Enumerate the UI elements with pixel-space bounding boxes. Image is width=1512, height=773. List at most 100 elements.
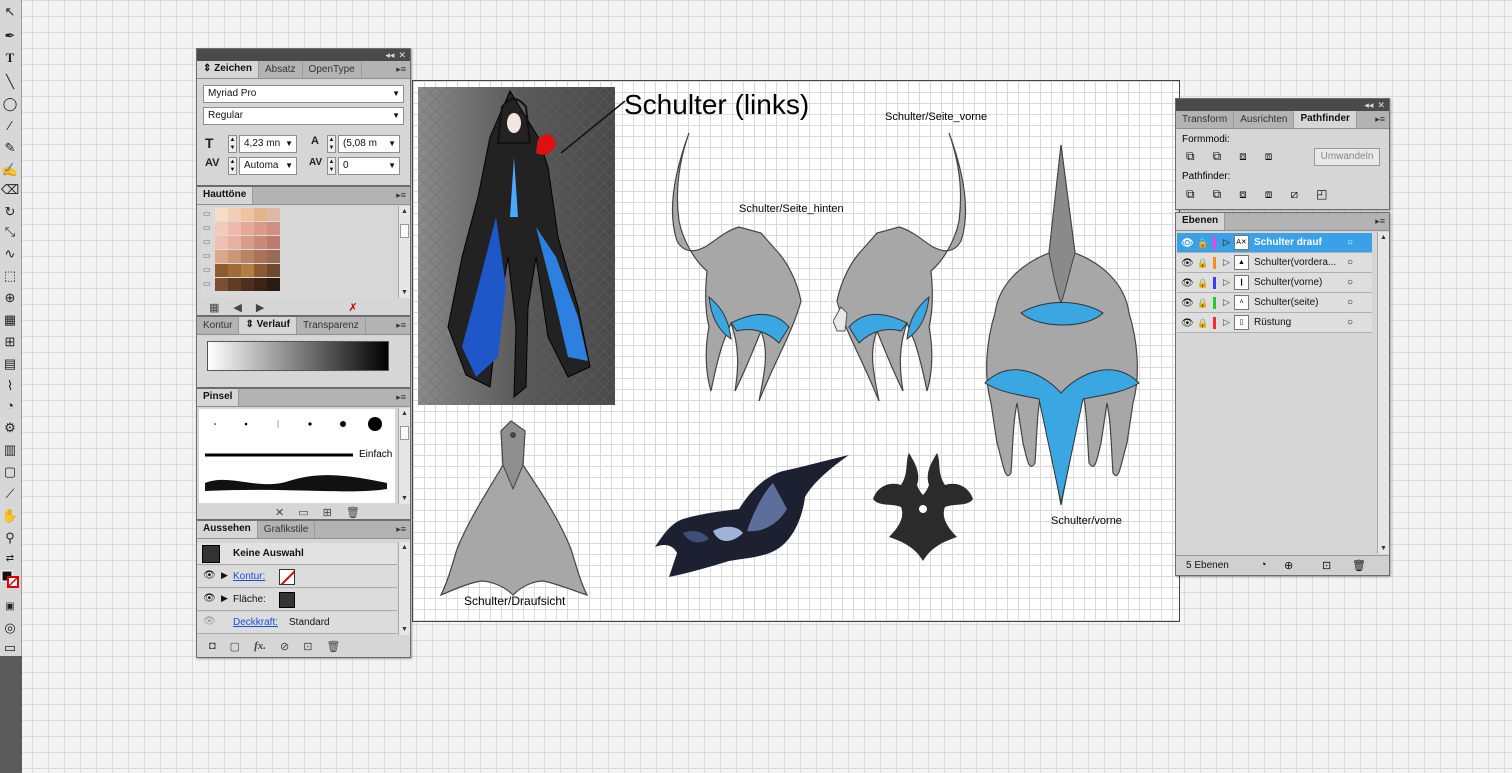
expand-triangle-icon[interactable]: ▷: [1223, 253, 1230, 272]
color-swatch[interactable]: [267, 236, 280, 249]
color-swatch[interactable]: [267, 250, 280, 263]
eyedropper-icon[interactable]: ⌇: [1, 376, 19, 394]
unite-icon[interactable]: ⧉: [1186, 149, 1195, 164]
trim-icon[interactable]: ⧉: [1213, 187, 1222, 202]
ellipse-icon[interactable]: ◯: [1, 94, 19, 112]
target-circle-icon[interactable]: ○: [1347, 273, 1353, 292]
dark-ornament-shape[interactable]: [871, 451, 975, 563]
slice-icon[interactable]: ⟋: [1, 484, 19, 502]
clear-appearance-icon[interactable]: ⊘: [280, 640, 289, 653]
expand-triangle-icon[interactable]: ▶: [221, 593, 228, 604]
panel-menu-icon[interactable]: ▸≡: [396, 64, 406, 75]
swatch-library-icon[interactable]: ▦: [209, 301, 219, 314]
scroll-up-icon[interactable]: ▲: [1380, 234, 1387, 241]
color-swatch[interactable]: [241, 236, 254, 249]
pen-icon[interactable]: ✒: [1, 26, 19, 44]
delete-layer-icon[interactable]: 🗑: [1352, 559, 1366, 572]
color-swatch[interactable]: [215, 278, 228, 291]
visibility-eye-icon[interactable]: 👁: [1181, 274, 1194, 293]
expand-triangle-icon[interactable]: ▷: [1223, 233, 1230, 252]
tracking-input[interactable]: 0 ▼: [338, 157, 400, 175]
add-stroke-icon[interactable]: ◘: [209, 640, 216, 652]
intersect-icon[interactable]: ⧈: [1239, 149, 1247, 164]
draw-mode-icon[interactable]: ◎: [1, 618, 19, 636]
color-mode-icon[interactable]: ▣: [1, 598, 19, 616]
appearance-fill-row[interactable]: 👁 ▶ Fläche:: [197, 589, 397, 611]
kerning-input[interactable]: Automa ▼: [239, 157, 297, 175]
lock-icon[interactable]: 🔒: [1197, 254, 1208, 273]
layer-row-schulter-seite[interactable]: 👁 🔒 ▷ ˄ Schulter(seite) ○: [1177, 293, 1372, 313]
zoom-icon[interactable]: ⚲: [1, 528, 19, 546]
layer-row-schulter-vordera[interactable]: 👁 🔒 ▷ ▲ Schulter(vordera... ○: [1177, 253, 1372, 273]
crop-icon[interactable]: ⧈: [1265, 187, 1273, 202]
appearance-scrollbar[interactable]: ▲ ▼: [398, 542, 410, 635]
scale-icon[interactable]: ⤡: [1, 222, 19, 240]
close-icon[interactable]: ✕: [398, 49, 406, 61]
swatches-scrollbar[interactable]: ▲ ▼: [398, 206, 410, 298]
scroll-down-icon[interactable]: ▼: [401, 289, 408, 296]
panel-menu-icon[interactable]: ▸≡: [396, 392, 406, 403]
collapse-icon[interactable]: ◂◂: [1364, 99, 1373, 111]
visibility-eye-icon[interactable]: 👁: [1181, 234, 1194, 253]
divide-icon[interactable]: ⧉: [1186, 187, 1195, 202]
minus-front-icon[interactable]: ⧉: [1213, 149, 1222, 164]
shoulder-side-back-shape[interactable]: [665, 131, 805, 411]
tab-ausrichten[interactable]: Ausrichten: [1234, 112, 1295, 128]
layer-row-ruestung[interactable]: 👁 🔒 ▷ ▯ Rüstung ○: [1177, 313, 1372, 333]
gradient-preview[interactable]: [207, 341, 389, 371]
remove-stroke-icon[interactable]: ✕: [275, 506, 284, 519]
new-layer-icon[interactable]: ⊡: [1322, 559, 1331, 572]
tab-pinsel[interactable]: Pinsel: [197, 389, 240, 406]
tab-opentype[interactable]: OpenType: [303, 62, 362, 78]
color-swatch[interactable]: [267, 222, 280, 235]
target-circle-icon[interactable]: ○: [1347, 313, 1353, 332]
target-circle-icon[interactable]: ○: [1347, 233, 1353, 252]
exclude-icon[interactable]: ⧈: [1265, 149, 1273, 164]
tracking-stepper[interactable]: ▲ ▼: [327, 157, 336, 175]
fill-stroke-icon[interactable]: [1, 570, 19, 588]
font-size-stepper[interactable]: ▲ ▼: [228, 135, 237, 153]
expand-triangle-icon[interactable]: ▷: [1223, 313, 1230, 332]
color-swatch[interactable]: [215, 222, 228, 235]
tab-kontur[interactable]: Kontur: [197, 318, 240, 334]
color-swatch[interactable]: [228, 250, 241, 263]
line-icon[interactable]: ╲: [1, 72, 19, 90]
color-swatch[interactable]: [267, 208, 280, 221]
scroll-thumb[interactable]: [400, 224, 409, 238]
scroll-up-icon[interactable]: ▲: [401, 208, 408, 215]
color-swatch[interactable]: [254, 236, 267, 249]
screen-mode-icon[interactable]: ▭: [1, 638, 19, 656]
brush-options-icon[interactable]: ▭: [298, 506, 308, 519]
next-icon[interactable]: ▶: [256, 301, 264, 314]
panel-titlebar[interactable]: ◂◂ ✕: [1176, 99, 1389, 111]
mesh-icon[interactable]: ⊞: [1, 332, 19, 350]
rotate-icon[interactable]: ↻: [1, 202, 19, 220]
panel-menu-icon[interactable]: ▸≡: [396, 190, 406, 201]
visibility-eye-icon[interactable]: 👁: [1181, 254, 1194, 273]
tab-ebenen[interactable]: Ebenen: [1176, 213, 1226, 230]
target-circle-icon[interactable]: ○: [1347, 293, 1353, 312]
color-swatch[interactable]: [228, 208, 241, 221]
color-swatch[interactable]: [254, 208, 267, 221]
stroke-none-swatch[interactable]: [279, 569, 295, 585]
shape-builder-icon[interactable]: ⊕: [1, 288, 19, 306]
kerning-stepper[interactable]: ▲ ▼: [228, 157, 237, 175]
previous-icon[interactable]: ◀: [233, 301, 241, 314]
color-swatch[interactable]: [228, 264, 241, 277]
selection-icon[interactable]: ↖: [1, 2, 19, 20]
color-swatch[interactable]: [254, 222, 267, 235]
shoulder-front-shape[interactable]: [983, 143, 1143, 508]
merge-icon[interactable]: ⧈: [1239, 187, 1247, 202]
expand-button[interactable]: Umwandeln: [1314, 148, 1380, 166]
tab-grafikstile[interactable]: Grafikstile: [258, 522, 316, 538]
eraser-icon[interactable]: ⌫: [1, 180, 19, 198]
locate-object-icon[interactable]: ◔: [1260, 559, 1267, 571]
shoulder-top-view-shape[interactable]: [439, 419, 589, 604]
type-icon[interactable]: T: [1, 48, 19, 66]
color-swatch[interactable]: [241, 278, 254, 291]
lock-icon[interactable]: 🔒: [1197, 234, 1208, 253]
shoulder-render-image[interactable]: [653, 453, 853, 583]
free-transform-icon[interactable]: ⬚: [1, 266, 19, 284]
expand-triangle-icon[interactable]: ▷: [1223, 273, 1230, 292]
color-swatch[interactable]: [241, 264, 254, 277]
